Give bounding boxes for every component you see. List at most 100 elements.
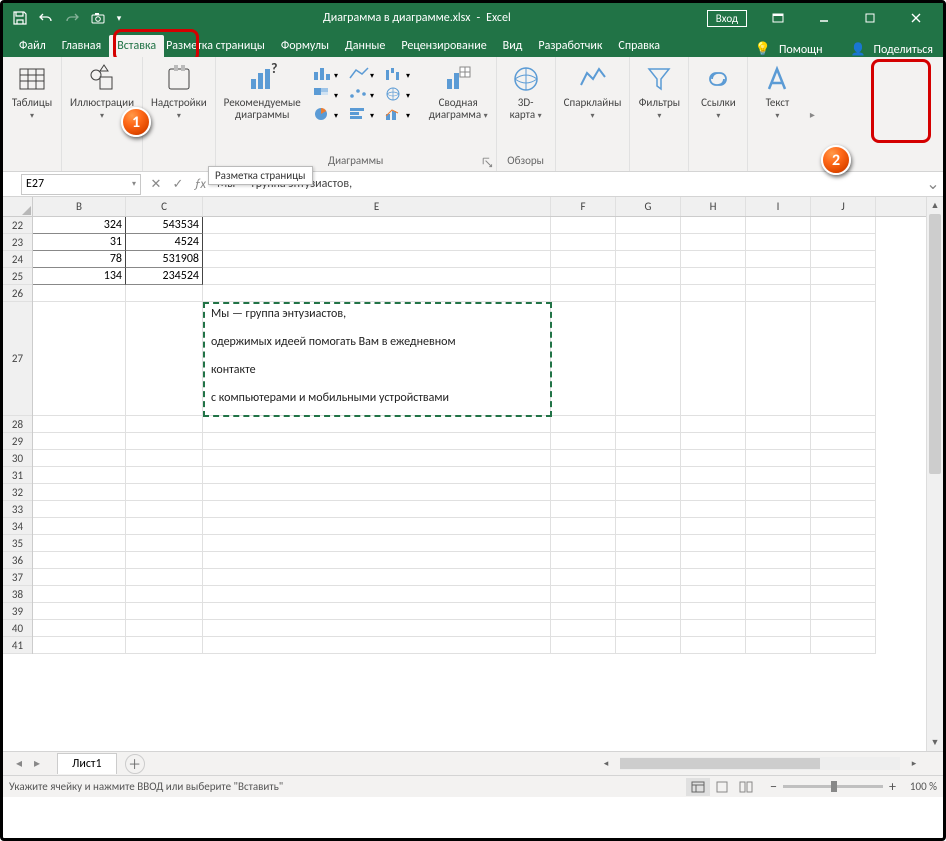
- row-header[interactable]: 34: [3, 518, 32, 535]
- cell[interactable]: [681, 217, 746, 234]
- cell[interactable]: [681, 620, 746, 637]
- formula-bar[interactable]: Мы — группа энтузиастов,: [211, 177, 923, 191]
- cell[interactable]: [33, 285, 126, 302]
- cell[interactable]: [551, 552, 616, 569]
- zoom-out-button[interactable]: −: [770, 778, 777, 795]
- cell[interactable]: [681, 637, 746, 654]
- cell[interactable]: [746, 603, 811, 620]
- cell[interactable]: [551, 302, 616, 416]
- cell[interactable]: [616, 569, 681, 586]
- tab-page-layout[interactable]: Разметка страницы: [158, 35, 273, 57]
- cell[interactable]: [126, 433, 203, 450]
- recommended-charts-button[interactable]: ? Рекомендуемые диаграммы: [220, 61, 305, 127]
- cell[interactable]: [746, 302, 811, 416]
- column-header[interactable]: B: [33, 197, 126, 216]
- row-header[interactable]: 29: [3, 433, 32, 450]
- cancel-formula-icon[interactable]: ✕: [145, 173, 167, 195]
- cell[interactable]: [616, 217, 681, 234]
- cell[interactable]: [811, 518, 876, 535]
- row-header[interactable]: 36: [3, 552, 32, 569]
- row-header[interactable]: 38: [3, 586, 32, 603]
- scatter-chart-icon[interactable]: ▾: [345, 85, 379, 103]
- zoom-in-button[interactable]: +: [889, 778, 896, 795]
- cell[interactable]: [681, 302, 746, 416]
- cell[interactable]: 78: [33, 251, 126, 268]
- cell[interactable]: [616, 501, 681, 518]
- map-chart-icon[interactable]: ▾: [381, 85, 415, 103]
- cell[interactable]: [551, 217, 616, 234]
- cell[interactable]: [203, 484, 551, 501]
- cell[interactable]: [616, 302, 681, 416]
- cell[interactable]: [551, 416, 616, 433]
- cell[interactable]: [33, 450, 126, 467]
- cell[interactable]: [746, 552, 811, 569]
- redo-icon[interactable]: [59, 5, 85, 31]
- cell[interactable]: [616, 234, 681, 251]
- cell[interactable]: [811, 433, 876, 450]
- cell[interactable]: [551, 484, 616, 501]
- select-all-button[interactable]: [3, 197, 33, 217]
- row-header[interactable]: 32: [3, 484, 32, 501]
- page-break-view-icon[interactable]: [734, 778, 758, 796]
- cell[interactable]: [681, 251, 746, 268]
- cell[interactable]: [746, 484, 811, 501]
- cell[interactable]: [616, 433, 681, 450]
- row-header[interactable]: 22: [3, 217, 32, 234]
- hscroll-right-icon[interactable]: ▸: [906, 756, 922, 772]
- cell[interactable]: [126, 620, 203, 637]
- cell[interactable]: [203, 569, 551, 586]
- cell[interactable]: [811, 552, 876, 569]
- cell[interactable]: [811, 484, 876, 501]
- cell[interactable]: [203, 268, 551, 285]
- cell[interactable]: [551, 569, 616, 586]
- cell[interactable]: [551, 433, 616, 450]
- cell[interactable]: [811, 450, 876, 467]
- cell[interactable]: [746, 251, 811, 268]
- row-header[interactable]: 37: [3, 569, 32, 586]
- cell[interactable]: [126, 518, 203, 535]
- cell[interactable]: [681, 433, 746, 450]
- cell[interactable]: [33, 518, 126, 535]
- cell[interactable]: [203, 450, 551, 467]
- cell[interactable]: [551, 268, 616, 285]
- cell[interactable]: [681, 535, 746, 552]
- cell[interactable]: [551, 450, 616, 467]
- cell[interactable]: [33, 620, 126, 637]
- sheet-nav-next-icon[interactable]: ▸: [29, 756, 45, 772]
- text-button[interactable]: Текст▾: [752, 61, 802, 123]
- cell[interactable]: [551, 637, 616, 654]
- hscroll-thumb[interactable]: [620, 758, 820, 769]
- cell[interactable]: [681, 552, 746, 569]
- cell[interactable]: [746, 234, 811, 251]
- cell[interactable]: [33, 569, 126, 586]
- cell[interactable]: [681, 285, 746, 302]
- column-header[interactable]: J: [811, 197, 876, 216]
- row-header[interactable]: 41: [3, 637, 32, 654]
- cell[interactable]: [33, 484, 126, 501]
- cell[interactable]: [126, 467, 203, 484]
- cell[interactable]: [616, 637, 681, 654]
- cell[interactable]: [811, 586, 876, 603]
- cell[interactable]: [203, 416, 551, 433]
- tab-insert[interactable]: Вставка: [109, 35, 164, 57]
- cell[interactable]: [616, 450, 681, 467]
- cell[interactable]: [746, 569, 811, 586]
- row-header[interactable]: 25: [3, 268, 32, 285]
- scroll-down-icon[interactable]: ▼: [927, 734, 943, 751]
- cell[interactable]: [746, 535, 811, 552]
- cell[interactable]: 134: [33, 268, 126, 285]
- cell[interactable]: [551, 518, 616, 535]
- cell[interactable]: 234524: [126, 268, 203, 285]
- cell[interactable]: 531908: [126, 251, 203, 268]
- scroll-up-icon[interactable]: ▲: [927, 197, 943, 214]
- filters-button[interactable]: Фильтры▾: [634, 61, 684, 123]
- cell[interactable]: [126, 586, 203, 603]
- row-header[interactable]: 24: [3, 251, 32, 268]
- row-header[interactable]: 31: [3, 467, 32, 484]
- cell[interactable]: [681, 416, 746, 433]
- cell[interactable]: [811, 501, 876, 518]
- cell[interactable]: [811, 620, 876, 637]
- cell[interactable]: [616, 518, 681, 535]
- cell[interactable]: [203, 586, 551, 603]
- line-chart-icon[interactable]: ▾: [345, 65, 379, 83]
